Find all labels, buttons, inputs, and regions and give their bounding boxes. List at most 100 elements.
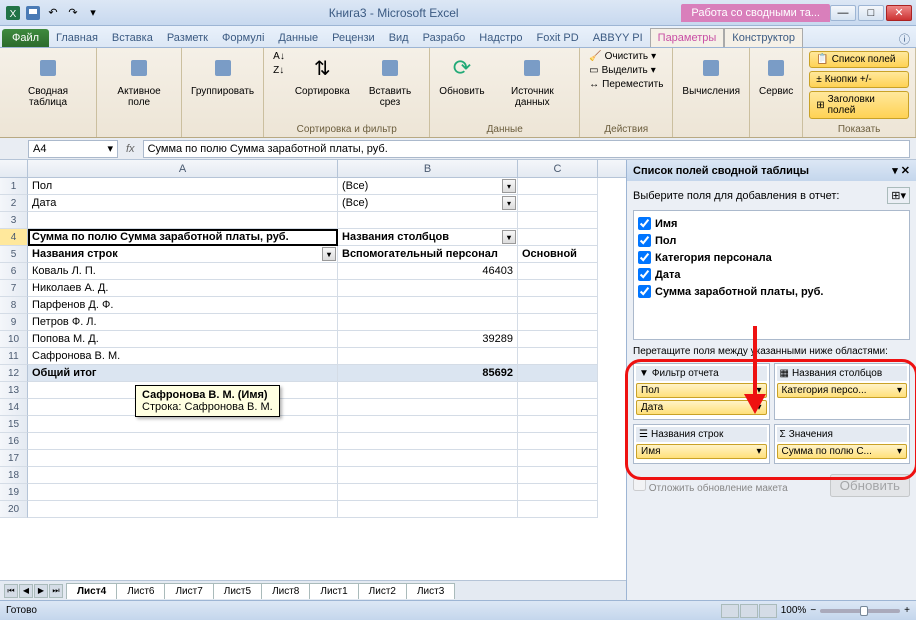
fieldlist-dropdown-icon[interactable]: ▾: [892, 165, 898, 177]
sheet-tab[interactable]: Лист6: [116, 583, 165, 599]
row-6[interactable]: 6: [0, 263, 28, 280]
cell-B8[interactable]: [338, 297, 518, 314]
cell-C9[interactable]: [518, 314, 598, 331]
tab-insert[interactable]: Вставка: [105, 29, 160, 47]
row-10[interactable]: 10: [0, 331, 28, 348]
sort-button[interactable]: ⇅Сортировка: [292, 50, 353, 99]
sheet-tab[interactable]: Лист4: [66, 583, 117, 599]
row-4[interactable]: 4: [0, 229, 28, 246]
area-item[interactable]: Дата▾: [636, 400, 767, 415]
cell-B17[interactable]: [338, 450, 518, 467]
row-16[interactable]: 16: [0, 433, 28, 450]
cell-C17[interactable]: [518, 450, 598, 467]
cell-A7[interactable]: Николаев А. Д.: [28, 280, 338, 297]
field-checkbox[interactable]: [638, 234, 651, 247]
cell-B5[interactable]: Вспомогательный персонал: [338, 246, 518, 263]
cell-C20[interactable]: [518, 501, 598, 518]
cell-A18[interactable]: [28, 467, 338, 484]
file-tab[interactable]: Файл: [2, 29, 49, 47]
cell-B2[interactable]: (Все)▾: [338, 195, 518, 212]
fx-icon[interactable]: fx: [118, 143, 143, 155]
cell-A11[interactable]: Сафронова В. М.: [28, 348, 338, 365]
cell-B7[interactable]: [338, 280, 518, 297]
cell-A5[interactable]: Названия строк▾: [28, 246, 338, 263]
cell-C10[interactable]: [518, 331, 598, 348]
tools-button[interactable]: Сервис: [756, 50, 796, 99]
cell-B19[interactable]: [338, 484, 518, 501]
sheet-tab[interactable]: Лист1: [309, 583, 358, 599]
filter-dropdown-icon[interactable]: ▾: [502, 230, 516, 244]
filter-dropdown-icon[interactable]: ▾: [502, 179, 516, 193]
cell-C4[interactable]: [518, 229, 598, 246]
field-checkbox[interactable]: [638, 217, 651, 230]
cell-B16[interactable]: [338, 433, 518, 450]
tab-options[interactable]: Параметры: [650, 28, 725, 47]
field-checkbox[interactable]: [638, 268, 651, 281]
sheet-last-icon[interactable]: ⏭: [49, 584, 63, 598]
cell-A10[interactable]: Попова М. Д.: [28, 331, 338, 348]
calculations-button[interactable]: Вычисления: [679, 50, 743, 99]
area-values[interactable]: ΣЗначения Сумма по полю С...▾: [774, 424, 911, 464]
group-button[interactable]: Группировать: [188, 50, 257, 99]
qat-dropdown-icon[interactable]: ▾: [84, 4, 102, 22]
field-item[interactable]: Категория персонала: [638, 249, 905, 266]
cell-A3[interactable]: [28, 212, 338, 229]
cell-C19[interactable]: [518, 484, 598, 501]
row-15[interactable]: 15: [0, 416, 28, 433]
row-3[interactable]: 3: [0, 212, 28, 229]
move-button[interactable]: ↔Переместить: [586, 78, 666, 91]
clear-button[interactable]: 🧹Очистить ▾: [586, 50, 666, 63]
row-17[interactable]: 17: [0, 450, 28, 467]
cell-B10[interactable]: 39289: [338, 331, 518, 348]
tab-formulas[interactable]: Формулі: [215, 29, 271, 47]
layout-options-icon[interactable]: ⊞▾: [887, 187, 910, 204]
zoom-in-icon[interactable]: +: [904, 605, 910, 616]
sheet-tab[interactable]: Лист7: [164, 583, 213, 599]
cell-B12[interactable]: 85692: [338, 365, 518, 382]
cell-C2[interactable]: [518, 195, 598, 212]
cell-A20[interactable]: [28, 501, 338, 518]
row-1[interactable]: 1: [0, 178, 28, 195]
cell-A2[interactable]: Дата: [28, 195, 338, 212]
sheet-tab[interactable]: Лист8: [261, 583, 310, 599]
sheet-first-icon[interactable]: ⏮: [4, 584, 18, 598]
excel-icon[interactable]: X: [4, 4, 22, 22]
row-20[interactable]: 20: [0, 501, 28, 518]
sheet-tab[interactable]: Лист2: [358, 583, 407, 599]
cell-B11[interactable]: [338, 348, 518, 365]
area-item[interactable]: Сумма по полю С...▾: [777, 444, 908, 459]
cell-B20[interactable]: [338, 501, 518, 518]
select-all-corner[interactable]: [0, 160, 28, 177]
field-item[interactable]: Имя: [638, 215, 905, 232]
filter-dropdown-icon[interactable]: ▾: [322, 247, 336, 261]
datasource-button[interactable]: Источник данных: [492, 50, 574, 110]
zoom-level[interactable]: 100%: [781, 605, 807, 616]
cell-B13[interactable]: [338, 382, 518, 399]
tab-view[interactable]: Вид: [382, 29, 416, 47]
cell-C8[interactable]: [518, 297, 598, 314]
area-item[interactable]: Пол▾: [636, 383, 767, 398]
slicer-button[interactable]: Вставить срез: [357, 50, 424, 110]
cell-C1[interactable]: [518, 178, 598, 195]
cell-B3[interactable]: [338, 212, 518, 229]
tab-foxit[interactable]: Foxit PD: [530, 29, 586, 47]
fieldlist-close-icon[interactable]: ✕: [901, 165, 910, 177]
col-B[interactable]: B: [338, 160, 518, 177]
row-2[interactable]: 2: [0, 195, 28, 212]
cell-B4[interactable]: Названия столбцов▾: [338, 229, 518, 246]
sheet-tab[interactable]: Лист3: [406, 583, 455, 599]
tab-developer[interactable]: Разрабо: [416, 29, 473, 47]
namebox-dropdown-icon[interactable]: ▾: [107, 142, 113, 155]
tab-home[interactable]: Главная: [49, 29, 105, 47]
cell-B1[interactable]: (Все)▾: [338, 178, 518, 195]
close-button[interactable]: ✕: [886, 5, 912, 21]
help-icon[interactable]: ⓘ: [893, 31, 916, 47]
refresh-button[interactable]: ⟳Обновить: [436, 50, 487, 99]
row-12[interactable]: 12: [0, 365, 28, 382]
filter-dropdown-icon[interactable]: ▾: [502, 196, 516, 210]
area-item[interactable]: Категория персо...▾: [777, 383, 908, 398]
area-filter[interactable]: ▼Фильтр отчета Пол▾ Дата▾: [633, 363, 770, 420]
row-14[interactable]: 14: [0, 399, 28, 416]
minimize-button[interactable]: —: [830, 5, 856, 21]
cell-C11[interactable]: [518, 348, 598, 365]
